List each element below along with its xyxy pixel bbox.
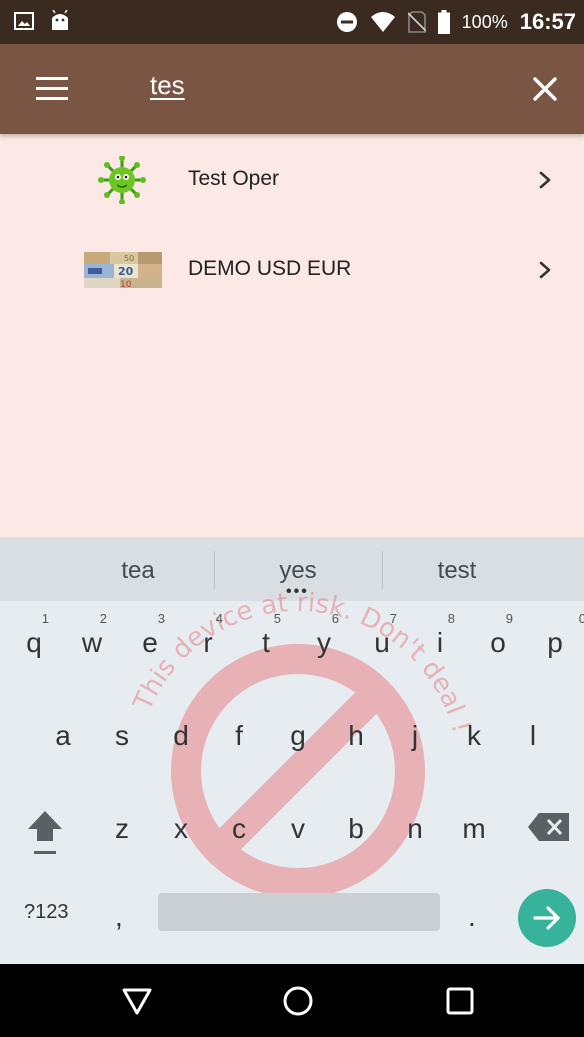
menu-icon[interactable] xyxy=(36,77,68,101)
key-k[interactable]: k xyxy=(445,700,503,760)
svg-text:10: 10 xyxy=(120,280,132,290)
suggestion-divider xyxy=(382,551,383,589)
key-d[interactable]: d xyxy=(152,700,210,760)
key-f[interactable]: f xyxy=(210,700,268,760)
wifi-icon xyxy=(370,12,395,32)
status-right: 100% 16:57 xyxy=(336,0,576,44)
recents-square-icon[interactable] xyxy=(443,984,477,1018)
status-left xyxy=(14,10,70,32)
navigation-bar xyxy=(0,964,584,1037)
key-e[interactable]: 3e xyxy=(121,607,179,667)
key-r[interactable]: 4r xyxy=(179,607,237,667)
key-l[interactable]: l xyxy=(504,700,562,760)
comma-key[interactable]: , xyxy=(115,901,123,933)
chevron-right-icon xyxy=(539,171,551,189)
more-suggestions-icon[interactable]: ••• xyxy=(286,583,309,601)
key-o[interactable]: 9o xyxy=(469,607,527,667)
space-bar[interactable] xyxy=(158,893,440,931)
chevron-right-icon xyxy=(539,261,551,279)
search-input[interactable]: tes xyxy=(150,70,470,110)
suggestion-divider xyxy=(214,551,215,589)
back-triangle-icon[interactable] xyxy=(120,984,154,1018)
status-bar: 100% 16:57 xyxy=(0,0,584,44)
key-m[interactable]: m xyxy=(445,793,503,853)
no-sim-icon xyxy=(407,11,426,33)
list-item[interactable]: 20 10 50 DEMO USD EUR xyxy=(0,224,584,314)
green-virus-icon xyxy=(98,156,146,204)
shift-icon[interactable] xyxy=(26,809,64,859)
period-key[interactable]: . xyxy=(468,901,476,933)
gallery-icon xyxy=(14,12,34,30)
key-v[interactable]: v xyxy=(269,793,327,853)
search-input-value: tes xyxy=(150,70,185,100)
do-not-disturb-icon xyxy=(336,12,357,32)
key-t[interactable]: 5t xyxy=(237,607,295,667)
key-h[interactable]: h xyxy=(327,700,385,760)
close-icon[interactable] xyxy=(530,74,560,104)
clock: 16:57 xyxy=(519,9,576,34)
list-item[interactable]: Test Oper xyxy=(0,134,584,224)
battery-icon xyxy=(437,10,450,34)
key-n[interactable]: n xyxy=(386,793,444,853)
enter-button[interactable] xyxy=(518,889,576,947)
app-bar: tes xyxy=(0,44,584,134)
suggestion-strip: tea yes test ••• xyxy=(0,537,584,601)
result-label: Test Oper xyxy=(188,167,280,190)
key-c[interactable]: c xyxy=(210,793,268,853)
soft-keyboard: tea yes test ••• This device at risk. Do… xyxy=(0,537,584,964)
key-x[interactable]: x xyxy=(152,793,210,853)
key-b[interactable]: b xyxy=(327,793,385,853)
key-a[interactable]: a xyxy=(34,700,92,760)
svg-text:50: 50 xyxy=(124,254,134,263)
euro-banknotes-icon: 20 10 50 xyxy=(84,252,162,290)
backspace-icon[interactable] xyxy=(527,812,571,842)
key-u[interactable]: 7u xyxy=(353,607,411,667)
arrow-right-icon xyxy=(533,906,560,930)
suggestion-3[interactable]: test xyxy=(397,557,517,585)
key-q[interactable]: 1q xyxy=(5,607,63,667)
symbols-key[interactable]: ?123 xyxy=(24,901,69,924)
key-w[interactable]: 2w xyxy=(63,607,121,667)
key-p[interactable]: 0p xyxy=(526,607,584,667)
result-label: DEMO USD EUR xyxy=(188,257,352,280)
key-j[interactable]: j xyxy=(386,700,444,760)
battery-percent: 100% xyxy=(461,11,508,32)
result-list: Test Oper 20 10 50 DEMO USD EUR xyxy=(0,134,584,314)
key-g[interactable]: g xyxy=(269,700,327,760)
svg-text:20: 20 xyxy=(118,265,134,278)
key-z[interactable]: z xyxy=(93,793,151,853)
home-circle-icon[interactable] xyxy=(281,984,315,1018)
suggestion-2[interactable]: yes xyxy=(238,557,358,585)
key-y[interactable]: 6y xyxy=(295,607,353,667)
suggestion-1[interactable]: tea xyxy=(78,557,198,585)
key-i[interactable]: 8i xyxy=(411,607,469,667)
key-s[interactable]: s xyxy=(93,700,151,760)
android-icon xyxy=(52,10,68,30)
